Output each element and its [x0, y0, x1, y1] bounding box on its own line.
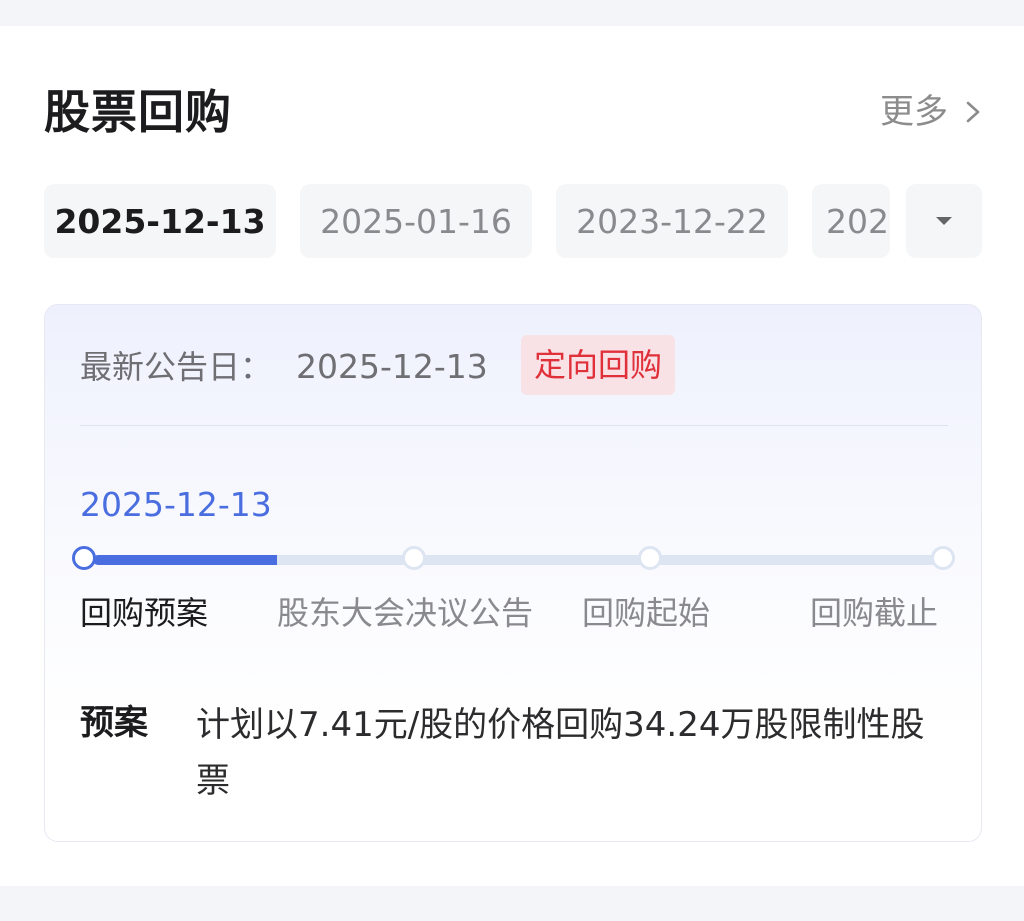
- more-label: 更多: [880, 92, 948, 132]
- step-label-shareholder-meeting: 股东大会决议公告: [277, 594, 534, 632]
- step-label-start: 回购起始: [582, 594, 711, 632]
- buyback-type-badge: 定向回购: [521, 335, 676, 395]
- step-label-end: 回购截止: [810, 594, 939, 632]
- progress-date: 2025-12-13: [80, 485, 272, 524]
- step-dot-1: [72, 546, 96, 570]
- date-tab[interactable]: 202: [812, 184, 890, 258]
- date-dropdown-button[interactable]: [906, 184, 982, 258]
- step-dot-3: [638, 546, 662, 570]
- step-dot-4: [931, 546, 955, 570]
- date-tab[interactable]: 2025-12-13: [44, 184, 276, 258]
- step-dot-2: [402, 546, 426, 570]
- caret-down-icon: [936, 217, 952, 225]
- step-label-plan: 回购预案: [80, 594, 209, 632]
- plan-label: 预案: [80, 703, 148, 743]
- more-link[interactable]: 更多: [880, 88, 984, 136]
- latest-announcement-date: 2025-12-13: [296, 347, 488, 386]
- date-tab[interactable]: 2025-01-16: [300, 184, 532, 258]
- progress-fill: [93, 555, 277, 565]
- date-tabs: 2025-12-13 2025-01-16 2023-12-22 202: [44, 184, 982, 260]
- section-title: 股票回购: [44, 85, 232, 139]
- buyback-detail-panel: 最新公告日： 2025-12-13 定向回购 2025-12-13 回购预案 股…: [44, 304, 982, 842]
- plan-text: 计划以7.41元/股的价格回购34.24万股限制性股票: [196, 705, 925, 801]
- divider: [80, 425, 948, 426]
- latest-announcement-label: 最新公告日：: [80, 348, 273, 386]
- date-tab[interactable]: 2023-12-22: [556, 184, 788, 258]
- bottom-divider-strip: [0, 886, 1024, 921]
- chevron-right-icon: [966, 101, 980, 123]
